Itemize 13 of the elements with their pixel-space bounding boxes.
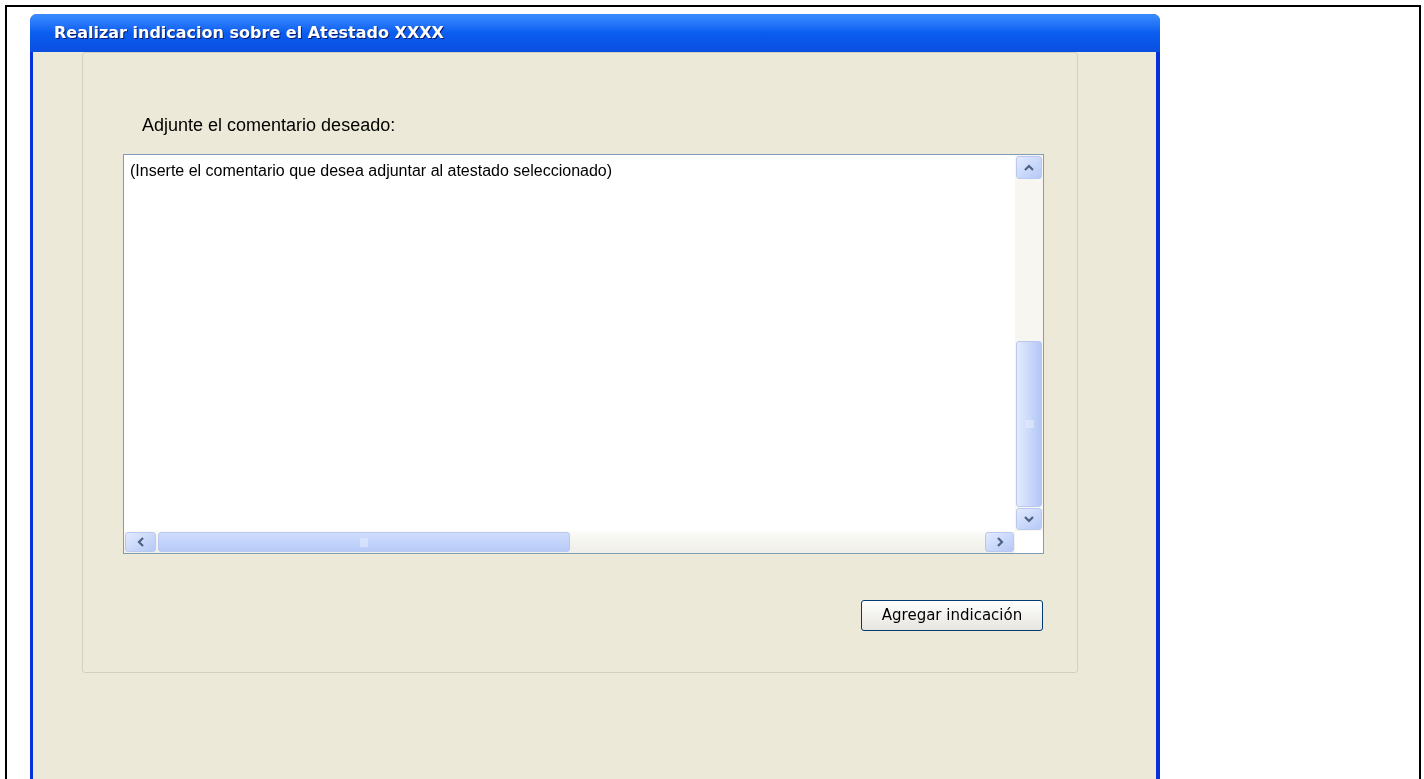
grip-icon: [360, 537, 368, 547]
prompt-label: Adjunte el comentario deseado:: [142, 114, 396, 137]
add-button[interactable]: Agregar indicación: [861, 600, 1043, 631]
scroll-button[interactable]: [985, 532, 1014, 552]
scroll-button[interactable]: [1016, 156, 1042, 179]
scrollbar-thumb[interactable]: [1016, 341, 1042, 507]
horizontal-scrollbar[interactable]: [124, 531, 1015, 553]
scroll-button[interactable]: [1016, 508, 1042, 530]
scroll-button[interactable]: [125, 532, 156, 552]
scrollbar-thumb[interactable]: [158, 532, 570, 552]
grip-icon: [1024, 420, 1034, 428]
vertical-scrollbar[interactable]: [1015, 155, 1043, 531]
window-title: Realizar indicacion sobre el Atestado XXXX: [54, 22, 444, 44]
